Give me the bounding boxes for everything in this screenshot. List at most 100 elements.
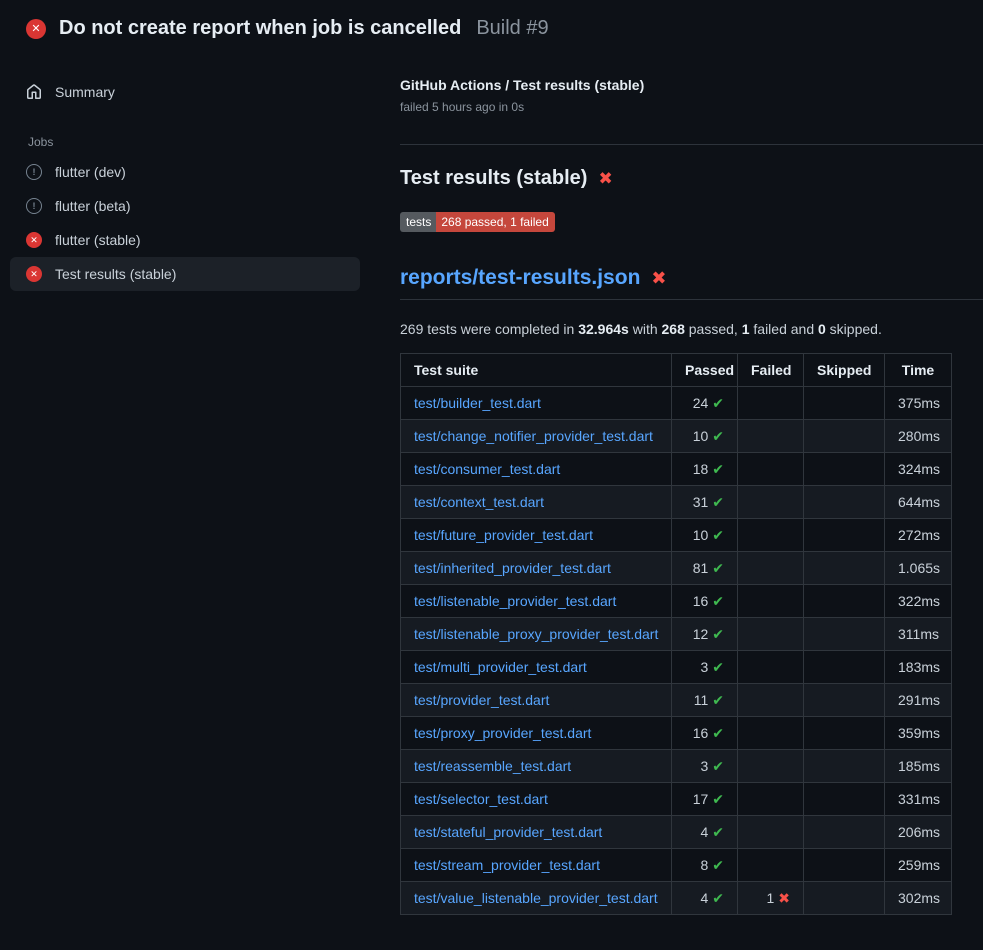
passed-count: 16 bbox=[693, 725, 709, 741]
breadcrumb: GitHub Actions / Test results (stable) bbox=[400, 77, 983, 93]
suite-link[interactable]: test/multi_provider_test.dart bbox=[414, 659, 587, 675]
time-cell: 185ms bbox=[885, 750, 952, 783]
suite-cell: test/listenable_provider_test.dart bbox=[401, 585, 672, 618]
suite-cell: test/reassemble_test.dart bbox=[401, 750, 672, 783]
time-cell: 322ms bbox=[885, 585, 952, 618]
jobs-list: ! flutter (dev) ! flutter (beta) ✕ flutt… bbox=[10, 155, 360, 291]
report-heading: reports/test-results.json ✖ bbox=[400, 266, 983, 300]
table-row: test/listenable_provider_test.dart 16✔ ✖… bbox=[401, 585, 952, 618]
passed-cell: 16✔ bbox=[672, 585, 738, 618]
check-icon: ✔ bbox=[712, 824, 724, 840]
run-header: ✕ Do not create report when job is cance… bbox=[0, 0, 983, 53]
check-icon: ✔ bbox=[712, 593, 724, 609]
skipped-cell bbox=[804, 651, 885, 684]
suite-link[interactable]: test/stateful_provider_test.dart bbox=[414, 824, 602, 840]
passed-cell: 3✔ bbox=[672, 651, 738, 684]
suite-link[interactable]: test/listenable_proxy_provider_test.dart bbox=[414, 626, 658, 642]
sidebar-item-summary[interactable]: Summary bbox=[10, 75, 360, 109]
badge-label: tests bbox=[400, 212, 436, 232]
suite-link[interactable]: test/consumer_test.dart bbox=[414, 461, 560, 477]
suite-link[interactable]: test/future_provider_test.dart bbox=[414, 527, 593, 543]
passed-count: 12 bbox=[693, 626, 709, 642]
job-status-icon: ! bbox=[26, 198, 42, 214]
home-icon bbox=[26, 84, 42, 100]
passed-count: 4 bbox=[700, 824, 708, 840]
check-icon: ✔ bbox=[712, 857, 724, 873]
suite-link[interactable]: test/provider_test.dart bbox=[414, 692, 549, 708]
failed-cell: ✖ bbox=[738, 816, 804, 849]
passed-cell: 4✔ bbox=[672, 882, 738, 915]
time-cell: 259ms bbox=[885, 849, 952, 882]
report-file-link[interactable]: reports/test-results.json bbox=[400, 266, 640, 290]
suite-cell: test/builder_test.dart bbox=[401, 387, 672, 420]
skipped-cell bbox=[804, 816, 885, 849]
suite-link[interactable]: test/stream_provider_test.dart bbox=[414, 857, 600, 873]
failed-cell: ✖ bbox=[738, 486, 804, 519]
table-row: test/proxy_provider_test.dart 16✔ ✖ 359m… bbox=[401, 717, 952, 750]
table-row: test/builder_test.dart 24✔ ✖ 375ms bbox=[401, 387, 952, 420]
time-cell: 311ms bbox=[885, 618, 952, 651]
suite-link[interactable]: test/context_test.dart bbox=[414, 494, 544, 510]
passed-cell: 4✔ bbox=[672, 816, 738, 849]
skipped-cell bbox=[804, 453, 885, 486]
suite-cell: test/selector_test.dart bbox=[401, 783, 672, 816]
suite-cell: test/value_listenable_provider_test.dart bbox=[401, 882, 672, 915]
failed-cell: ✖ bbox=[738, 783, 804, 816]
table-header-row: Test suite Passed Failed Skipped Time bbox=[401, 354, 952, 387]
results-table: Test suite Passed Failed Skipped Time te… bbox=[400, 353, 952, 915]
suite-link[interactable]: test/listenable_provider_test.dart bbox=[414, 593, 616, 609]
failed-cell: ✖ bbox=[738, 750, 804, 783]
skipped-cell bbox=[804, 717, 885, 750]
failed-cell: ✖ bbox=[738, 717, 804, 750]
check-icon: ✔ bbox=[712, 428, 724, 444]
skipped-cell bbox=[804, 882, 885, 915]
suite-link[interactable]: test/inherited_provider_test.dart bbox=[414, 560, 611, 576]
time-cell: 644ms bbox=[885, 486, 952, 519]
passed-count: 10 bbox=[693, 428, 709, 444]
check-icon: ✔ bbox=[712, 758, 724, 774]
suite-link[interactable]: test/selector_test.dart bbox=[414, 791, 548, 807]
skipped-cell bbox=[804, 849, 885, 882]
passed-cell: 18✔ bbox=[672, 453, 738, 486]
skipped-cell bbox=[804, 552, 885, 585]
table-row: test/listenable_proxy_provider_test.dart… bbox=[401, 618, 952, 651]
check-icon: ✔ bbox=[712, 791, 724, 807]
time-cell: 375ms bbox=[885, 387, 952, 420]
table-row: test/future_provider_test.dart 10✔ ✖ 272… bbox=[401, 519, 952, 552]
suite-link[interactable]: test/change_notifier_provider_test.dart bbox=[414, 428, 653, 444]
check-icon: ✔ bbox=[712, 395, 724, 411]
col-header-test-suite: Test suite bbox=[401, 354, 672, 387]
passed-cell: 11✔ bbox=[672, 684, 738, 717]
passed-cell: 31✔ bbox=[672, 486, 738, 519]
passed-count: 31 bbox=[693, 494, 709, 510]
check-icon: ✔ bbox=[712, 560, 724, 576]
table-row: test/selector_test.dart 17✔ ✖ 331ms bbox=[401, 783, 952, 816]
sidebar-job-item-1[interactable]: ! flutter (dev) bbox=[10, 155, 360, 189]
job-status-icon: ! bbox=[26, 164, 42, 180]
job-label: flutter (beta) bbox=[55, 198, 130, 214]
sidebar-job-item-2[interactable]: ! flutter (beta) bbox=[10, 189, 360, 223]
table-row: test/context_test.dart 31✔ ✖ 644ms bbox=[401, 486, 952, 519]
passed-cell: 10✔ bbox=[672, 519, 738, 552]
time-cell: 324ms bbox=[885, 453, 952, 486]
fail-x-icon: ✖ bbox=[778, 890, 790, 906]
table-row: test/multi_provider_test.dart 3✔ ✖ 183ms bbox=[401, 651, 952, 684]
sidebar: Summary Jobs ! flutter (dev) ! flutter (… bbox=[0, 53, 400, 291]
suite-link[interactable]: test/value_listenable_provider_test.dart bbox=[414, 890, 658, 906]
passed-count: 4 bbox=[700, 890, 708, 906]
table-row: test/stream_provider_test.dart 8✔ ✖ 259m… bbox=[401, 849, 952, 882]
sidebar-job-item-3[interactable]: ✕ flutter (stable) bbox=[10, 223, 360, 257]
suite-cell: test/provider_test.dart bbox=[401, 684, 672, 717]
job-label: flutter (stable) bbox=[55, 232, 141, 248]
sidebar-summary-label: Summary bbox=[55, 84, 115, 100]
sidebar-job-item-4[interactable]: ✕ Test results (stable) bbox=[10, 257, 360, 291]
suite-link[interactable]: test/builder_test.dart bbox=[414, 395, 541, 411]
check-icon: ✔ bbox=[712, 461, 724, 477]
skipped-cell bbox=[804, 486, 885, 519]
suite-link[interactable]: test/proxy_provider_test.dart bbox=[414, 725, 591, 741]
col-header-skipped: Skipped bbox=[804, 354, 885, 387]
check-icon: ✔ bbox=[712, 659, 724, 675]
suite-link[interactable]: test/reassemble_test.dart bbox=[414, 758, 571, 774]
main-panel: GitHub Actions / Test results (stable) f… bbox=[400, 53, 983, 915]
table-row: test/reassemble_test.dart 3✔ ✖ 185ms bbox=[401, 750, 952, 783]
